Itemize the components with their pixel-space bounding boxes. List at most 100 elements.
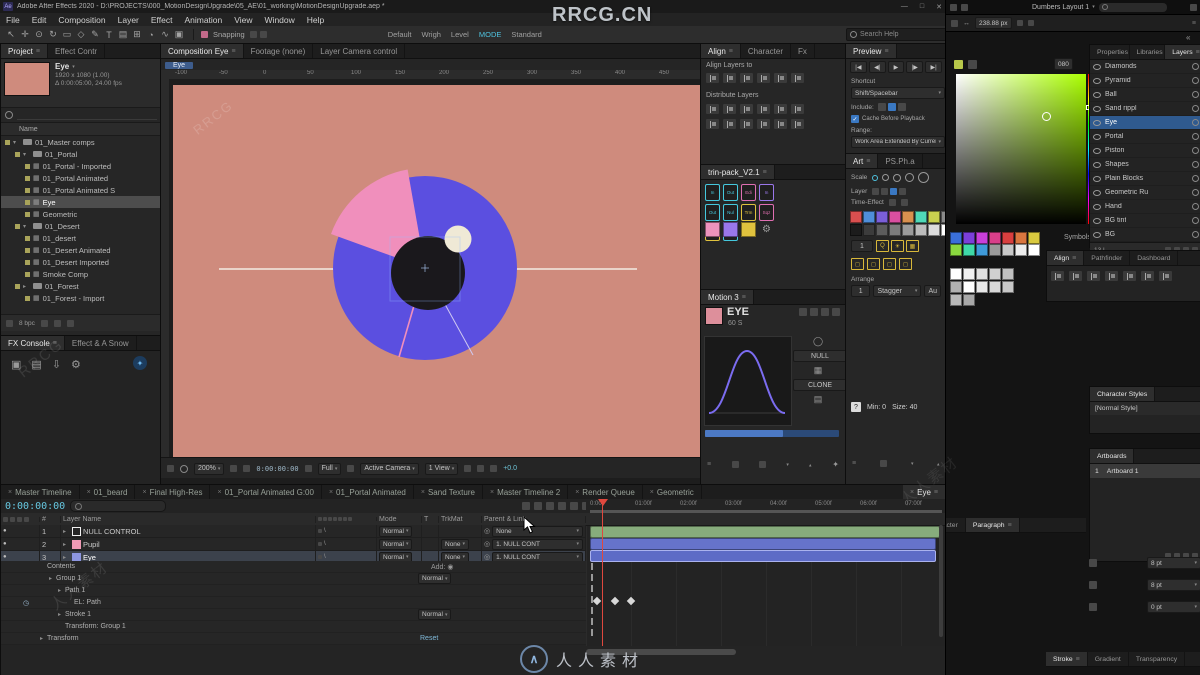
ai-layer-shapes[interactable]: Shapes [1090,158,1200,172]
layer-toggle[interactable] [872,188,880,195]
ai-tools-icon[interactable] [961,3,968,11]
dist-h-space-icon[interactable] [706,119,719,129]
overlays-include-icon[interactable] [897,103,906,111]
project-item[interactable]: ▦ 01_Portal Animated [1,172,161,184]
trin-edi-button[interactable]: Edi [741,184,756,201]
ai-color-swatch[interactable] [989,232,1001,244]
layer-quality-icon[interactable]: \ [324,528,326,534]
playhead-line[interactable] [602,501,603,646]
project-bpc-label[interactable]: 8 bpc [19,320,35,327]
project-item[interactable]: ▦ 01_Desert Imported [1,256,161,268]
grid-button-☀[interactable]: ☀ [891,240,904,252]
layer-switch-icon[interactable] [318,555,322,559]
ai-layer-bg-tint[interactable]: BG tint [1090,214,1200,228]
ai-layer-eye[interactable]: Eye [1090,116,1200,130]
tab-align-character[interactable]: Character [741,44,792,58]
hand-tool-icon[interactable]: ✛ [18,29,32,40]
property-row-transform-group-1[interactable]: Transform: Group 1 [1,621,586,633]
ai-color-swatch[interactable] [950,232,962,244]
exposure-value[interactable]: +0.0 [503,465,517,472]
tab-close-icon[interactable]: × [910,489,914,496]
ai-target-icon[interactable] [1192,175,1199,182]
ai-visibility-icon[interactable] [1093,161,1101,168]
comp-thumbnail[interactable] [4,62,50,96]
ai-pattern-swatch[interactable] [950,294,962,306]
ai-visibility-icon[interactable] [1093,133,1101,140]
snapping-icon[interactable] [201,31,208,38]
ai-color-swatch[interactable] [1002,232,1014,244]
project-item[interactable]: ▦ Smoke Comp [1,268,161,280]
ai-color-swatch[interactable] [1028,232,1040,244]
list-icon[interactable]: ▤ [793,394,843,405]
range-select[interactable]: Work Area Extended By Curren ▾ [851,136,945,148]
layer-switch-icon[interactable] [318,529,322,533]
ai-tab-libraries[interactable]: Libraries [1130,45,1166,59]
project-item[interactable]: ▾ 01_Desert [1,220,161,232]
ai-target-icon[interactable] [1192,133,1199,140]
timeline-tab-01-portal-animated[interactable]: × 01_Portal Animated [322,485,414,499]
trin-settings-icon[interactable]: ⚙ [762,224,771,235]
ai-tab-menu-icon[interactable]: ≡ [1196,49,1200,56]
project-search-input[interactable] [17,111,157,120]
tab-close-icon[interactable]: × [217,489,221,496]
t-column-header[interactable]: T [422,515,439,523]
ai-field-input[interactable]: 8 pt ▾ [1147,579,1200,591]
ai-bottom-tab-gradient[interactable]: Gradient [1088,652,1129,666]
tab-tool-art[interactable]: Art ≡ [846,154,879,168]
tab-viewer-composition-eye[interactable]: Composition Eye ≡ [161,44,244,58]
layer-visibility-icon[interactable]: ● [3,528,7,534]
ai-hue-value-input[interactable]: 080 [1054,58,1073,70]
reset-link[interactable]: Reset [420,635,438,642]
trin-color-swatch[interactable] [741,222,756,237]
minimize-button[interactable]: — [895,3,914,11]
layer-row-pupil[interactable]: ● 2 ▸ Pupil \ Normal ▾ None ▾ ◎ 1. NULL CONT ▾ [1,538,586,551]
property-twirl-icon[interactable]: ▸ [58,587,65,594]
ai-layer-geometric-ru[interactable]: Geometric Ru [1090,186,1200,200]
parent-pickwhip-icon[interactable]: ◎ [484,553,490,561]
tab-close-icon[interactable]: × [650,489,654,496]
project-item[interactable]: ▦ 01_Portal - Imported [1,160,161,172]
trin-in-button[interactable]: In [759,184,774,201]
ai-home-icon[interactable] [950,3,957,11]
timeline-tab-master-timeline-2[interactable]: × Master Timeline 2 [483,485,569,499]
tab-close-icon[interactable]: × [87,489,91,496]
ai-pattern-swatch[interactable] [950,268,962,280]
ai-visibility-icon[interactable] [1093,63,1101,70]
tp-expand-icon[interactable]: ▾ [937,461,940,467]
grid-button-q[interactable]: Q [876,240,889,252]
ai-pattern-swatch[interactable] [963,281,975,293]
camera-select[interactable]: Active Camera ▾ [360,462,419,475]
first-frame-icon[interactable]: |◀ [850,61,867,73]
layer-switch-icon[interactable] [318,542,322,546]
project-item[interactable]: ▾ 01_Portal [1,148,161,160]
property-twirl-icon[interactable]: ▸ [58,611,65,618]
m3-expand-icon[interactable] [832,308,840,316]
timeline-graph-area[interactable] [586,513,946,646]
property-row-group-1[interactable]: ▸ Group 1 Normal ▾ [1,573,586,585]
dist-center-h-icon[interactable] [774,104,787,114]
property-row-transform[interactable]: ▸ Transform Reset [1,633,586,645]
layer-quality-icon[interactable]: \ [324,554,326,560]
property-row-el-path[interactable]: EL: Path ◷ [1,597,586,609]
video-include-icon[interactable] [877,103,886,111]
menu-animation[interactable]: Animation [178,15,228,25]
tool-gray-swatch[interactable] [850,224,862,236]
ai-pattern-swatch[interactable] [989,281,1001,293]
fast-preview-icon[interactable] [477,465,485,472]
tab-viewer-layer-camera-control[interactable]: Layer Camera control [313,44,406,58]
align-top-icon[interactable] [757,73,770,83]
character-styles-tab[interactable]: Character Styles [1090,387,1156,401]
grid-count-input[interactable]: 1 [851,240,873,252]
ai-pattern-swatch[interactable] [950,281,962,293]
trash-icon[interactable] [66,319,74,327]
trin-pack-tab[interactable]: trin-pack_V2.1 ≡ [701,165,775,179]
tp-menu-icon[interactable]: ≡ [852,460,856,467]
artboard-row[interactable]: 1 Artboard 1 [1090,464,1200,478]
workspace-mode[interactable]: MODE [479,30,502,39]
align-center-v-icon[interactable] [774,73,787,83]
ai-type-tab-character[interactable]: Character [946,518,966,532]
project-item-name[interactable]: Eye [55,62,69,71]
rotate-tool-icon[interactable]: ◇ [74,29,88,40]
tp-icon-1[interactable] [880,460,888,467]
tool-color-swatch[interactable] [928,211,940,223]
